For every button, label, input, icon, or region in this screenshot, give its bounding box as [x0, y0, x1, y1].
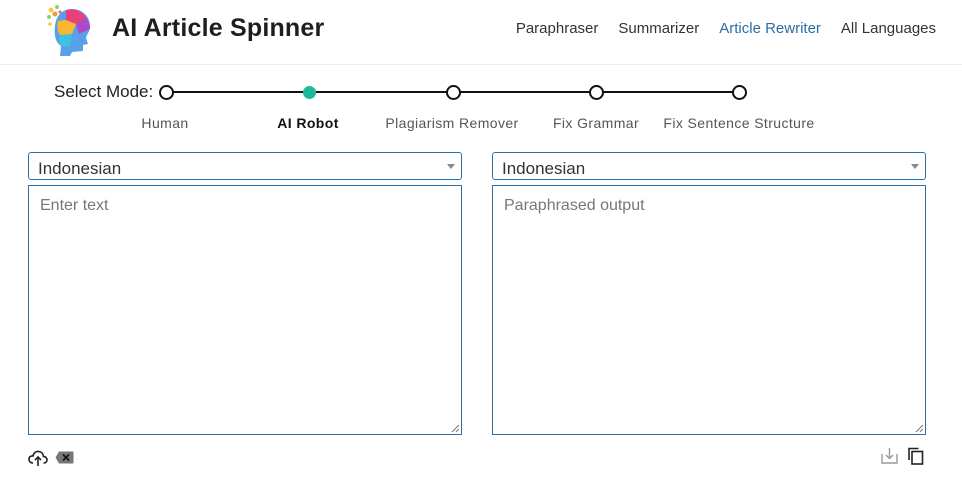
brand-title[interactable]: AI Article Spinner	[112, 14, 324, 43]
output-placeholder: Paraphrased output	[504, 197, 645, 214]
nav-summarizer[interactable]: Summarizer	[618, 20, 699, 37]
input-textarea[interactable]: Enter text	[28, 185, 462, 435]
clear-text-icon[interactable]	[55, 451, 74, 464]
nav-all-languages[interactable]: All Languages	[841, 20, 936, 37]
brain-head-logo-icon[interactable]	[46, 4, 94, 56]
cloud-upload-icon[interactable]	[28, 449, 48, 467]
input-placeholder: Enter text	[40, 197, 109, 214]
mode-radio-plagiarism-remover[interactable]	[446, 85, 461, 100]
select-mode-label: Select Mode:	[54, 82, 154, 101]
mode-radio-fix-sentence-structure[interactable]	[732, 85, 747, 100]
input-language-select[interactable]: Indonesian	[28, 152, 462, 180]
chevron-down-icon	[911, 164, 919, 169]
main-nav: Paraphraser Summarizer Article Rewriter …	[516, 20, 936, 37]
site-header: AI Article Spinner Paraphraser Summarize…	[0, 0, 962, 65]
resize-handle-icon[interactable]	[914, 423, 924, 433]
output-language-value: Indonesian	[502, 159, 586, 178]
input-language-value: Indonesian	[38, 159, 122, 178]
mode-label-fix-grammar[interactable]: Fix Grammar	[553, 115, 639, 131]
resize-handle-icon[interactable]	[450, 423, 460, 433]
mode-label-ai-robot[interactable]: AI Robot	[277, 115, 339, 131]
mode-radio-human[interactable]	[159, 85, 174, 100]
mode-label-plagiarism-remover[interactable]: Plagiarism Remover	[385, 115, 518, 131]
output-textarea[interactable]: Paraphrased output	[492, 185, 926, 435]
nav-paraphraser[interactable]: Paraphraser	[516, 20, 599, 37]
chevron-down-icon	[447, 164, 455, 169]
download-icon[interactable]	[881, 447, 898, 464]
copy-icon[interactable]	[907, 447, 924, 465]
nav-article-rewriter[interactable]: Article Rewriter	[719, 20, 821, 37]
mode-radio-ai-robot[interactable]	[303, 86, 316, 99]
mode-label-human[interactable]: Human	[141, 115, 188, 131]
mode-label-fix-sentence-structure[interactable]: Fix Sentence Structure	[663, 115, 814, 131]
output-language-select[interactable]: Indonesian	[492, 152, 926, 180]
mode-radio-fix-grammar[interactable]	[589, 85, 604, 100]
